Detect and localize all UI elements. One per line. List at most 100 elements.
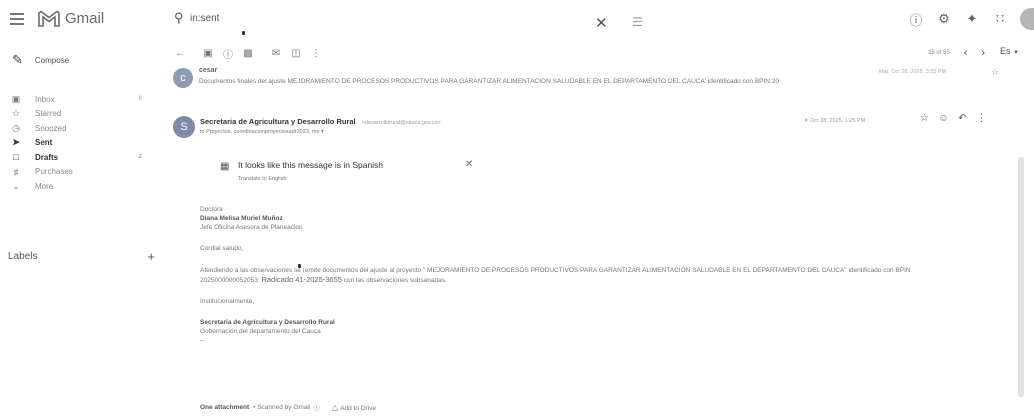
signature-name: Secretaria de Agricultura y Desarrollo R… bbox=[200, 319, 335, 326]
mark-unread-icon[interactable]: ✉ bbox=[266, 48, 286, 59]
expand-details-caret-icon[interactable]: ▾ bbox=[321, 129, 324, 135]
star-icon: ☆ bbox=[11, 108, 21, 119]
gmail-m-icon bbox=[38, 10, 60, 27]
apps-grid-icon[interactable]: ∷ bbox=[986, 11, 1014, 27]
body-recipient-title: Jefe Oficina Asesora de Planeacion bbox=[200, 224, 303, 231]
top-bar: Gmail ⚲ in:sent ✕ ☰ ⓘ ⚙ ✦ ∷ bbox=[0, 0, 1034, 42]
delete-trash-icon[interactable]: ▩ bbox=[238, 48, 258, 59]
translate-title: It looks like this message is in Spanish bbox=[238, 160, 384, 170]
shopping-bag-icon: ♯ bbox=[13, 166, 19, 177]
body-greeting: Cordial saludo, bbox=[200, 245, 244, 252]
sender-avatar: S bbox=[173, 116, 195, 138]
recipients-line[interactable]: to Proyectos, coordinacionproyectosadr20… bbox=[200, 129, 324, 135]
previous-snippet: Documentos finales del ajuste MEJORAMIEN… bbox=[199, 78, 780, 85]
sidebar-item-label: Sent bbox=[35, 138, 53, 148]
help-icon[interactable]: ⓘ bbox=[902, 10, 930, 29]
older-chevron-icon[interactable]: › bbox=[981, 47, 985, 59]
body-paragraph-part2: con las observaciones subsanadas. bbox=[343, 277, 447, 284]
sidebar-item-more[interactable]: ⌄ More bbox=[0, 179, 155, 194]
app-name: Gmail bbox=[65, 10, 105, 27]
compose-button[interactable]: ✎ Compose bbox=[6, 46, 96, 74]
translate-banner: ▦ It looks like this message is in Spani… bbox=[220, 159, 480, 193]
clear-search-icon[interactable]: ✕ bbox=[595, 14, 608, 32]
compose-label: Compose bbox=[34, 55, 70, 65]
previous-date: Mar, Oct 28, 2025, 3:55 PM bbox=[879, 69, 947, 75]
add-to-drive-label: Add to Drive bbox=[340, 404, 376, 412]
account-avatar[interactable] bbox=[1020, 8, 1034, 30]
report-spam-icon[interactable]: ⓘ bbox=[218, 46, 238, 61]
scanned-text: • Scanned by Gmail bbox=[253, 403, 311, 411]
input-language-selector[interactable]: Es ▼ bbox=[1000, 46, 1019, 56]
main-menu-icon[interactable] bbox=[10, 13, 24, 25]
settings-gear-icon[interactable]: ⚙ bbox=[930, 11, 958, 27]
sidebar-item-starred[interactable]: ☆ Starred bbox=[0, 107, 155, 122]
scrollbar-thumb[interactable] bbox=[1018, 157, 1024, 397]
sidebar-item-label: Inbox bbox=[35, 94, 55, 104]
dropdown-caret-icon: ▼ bbox=[1013, 50, 1019, 56]
body-salutation: Doctora bbox=[200, 206, 223, 213]
message-body: Doctora Diana Melisa Muriel Muñoz Jefe O… bbox=[200, 205, 980, 345]
star-toggle-icon[interactable]: ☆ bbox=[991, 67, 999, 78]
body-paragraph: Atendiendo a las observaciones se remite… bbox=[200, 266, 960, 285]
more-actions-icon[interactable]: ⋮ bbox=[972, 113, 991, 124]
mouse-cursor-mark bbox=[242, 31, 245, 35]
body-closing: Institucionalmente, bbox=[200, 298, 255, 305]
add-to-drive-button[interactable]: △ Add to Drive bbox=[332, 403, 376, 412]
search-options-icon[interactable]: ☰ bbox=[632, 15, 643, 29]
add-label-icon[interactable]: + bbox=[147, 249, 155, 264]
body-recipient-name: Diana Melisa Muriel Muñoz bbox=[200, 215, 283, 222]
attachment-bar: One attachment • Scanned by Gmail ⓘ △ Ad… bbox=[200, 402, 376, 413]
message-toolbar: ← ▣ ⓘ ▩ ✉ ◫ ⋮ bbox=[170, 46, 326, 61]
sidebar-item-sent[interactable]: ➤ Sent bbox=[0, 136, 155, 151]
body-radicado: Radicado 41-2025-3655 bbox=[261, 275, 342, 284]
draft-file-icon: □ bbox=[13, 152, 19, 163]
star-icon[interactable]: ☆ bbox=[915, 113, 934, 124]
unread-count: 6 bbox=[138, 96, 142, 103]
back-arrow-icon[interactable]: ← bbox=[170, 48, 190, 59]
info-icon[interactable]: ⓘ bbox=[313, 402, 320, 412]
translate-link[interactable]: Translate to English bbox=[238, 176, 286, 182]
sender-line: Secretaria de Agricultura y Desarrollo R… bbox=[200, 117, 441, 126]
sender-name[interactable]: Secretaria de Agricultura y Desarrollo R… bbox=[200, 117, 356, 126]
gmail-logo[interactable]: Gmail bbox=[38, 10, 104, 27]
top-right-controls: ⓘ ⚙ ✦ ∷ bbox=[902, 8, 1034, 30]
newer-chevron-icon[interactable]: ‹ bbox=[964, 47, 968, 59]
more-options-icon[interactable]: ⋮ bbox=[306, 48, 326, 59]
move-to-icon[interactable]: ◫ bbox=[286, 48, 306, 59]
drafts-count: 2 bbox=[138, 154, 142, 161]
message-actions: ☆ ☺ ↶ ⋮ bbox=[915, 113, 991, 124]
labels-heading: Labels bbox=[8, 251, 38, 262]
chevron-down-icon: ⌄ bbox=[12, 180, 20, 191]
gemini-sparkle-icon[interactable]: ✦ bbox=[958, 11, 986, 27]
sidebar-item-drafts[interactable]: □ Drafts 2 bbox=[0, 150, 155, 165]
sidebar-item-inbox[interactable]: ▣ Inbox 6 bbox=[0, 92, 155, 107]
reply-arrow-icon[interactable]: ↶ bbox=[953, 113, 972, 124]
search-icon[interactable]: ⚲ bbox=[174, 10, 184, 26]
archive-icon[interactable]: ▣ bbox=[198, 48, 218, 59]
labels-section: Labels + bbox=[8, 249, 155, 264]
clock-icon: ◷ bbox=[12, 122, 20, 133]
scrollbar-track[interactable] bbox=[1018, 157, 1024, 397]
drive-icon: △ bbox=[331, 402, 338, 412]
sidebar-nav: ▣ Inbox 6 ☆ Starred ◷ Snoozed ➤ Sent □ D… bbox=[0, 92, 155, 194]
signature-dash: -- bbox=[200, 337, 205, 344]
search-bar[interactable]: ⚲ in:sent ✕ ☰ bbox=[168, 6, 643, 34]
attachment-clip-icon: ✦ bbox=[804, 118, 809, 124]
pagination: 25 of 55 ‹ › bbox=[928, 47, 985, 59]
sidebar-item-purchases[interactable]: ♯ Purchases bbox=[0, 165, 155, 180]
search-input[interactable]: in:sent bbox=[190, 13, 219, 24]
close-icon[interactable]: ✕ bbox=[465, 159, 473, 170]
sidebar-item-label: Drafts bbox=[35, 152, 59, 162]
recipients-text: to Proyectos, coordinacionproyectosadr20… bbox=[200, 129, 320, 135]
message-date: ✦ Oct 28, 2025, 1:25 PM bbox=[804, 118, 865, 124]
translate-icon: ▦ bbox=[220, 161, 230, 172]
sidebar-item-label: Starred bbox=[35, 109, 62, 119]
emoji-reaction-icon[interactable]: ☺ bbox=[934, 113, 953, 124]
sidebar-item-label: More bbox=[35, 181, 54, 191]
sidebar-item-label: Snoozed bbox=[35, 123, 67, 133]
mouse-cursor-mark bbox=[298, 264, 301, 268]
pencil-icon: ✎ bbox=[12, 52, 23, 67]
signature-org: Gobernación del departamento del Cauca bbox=[200, 328, 321, 335]
sidebar-item-snoozed[interactable]: ◷ Snoozed bbox=[0, 121, 155, 136]
previous-message-row[interactable]: c cesar Documentos finales del ajuste ME… bbox=[173, 64, 1031, 94]
